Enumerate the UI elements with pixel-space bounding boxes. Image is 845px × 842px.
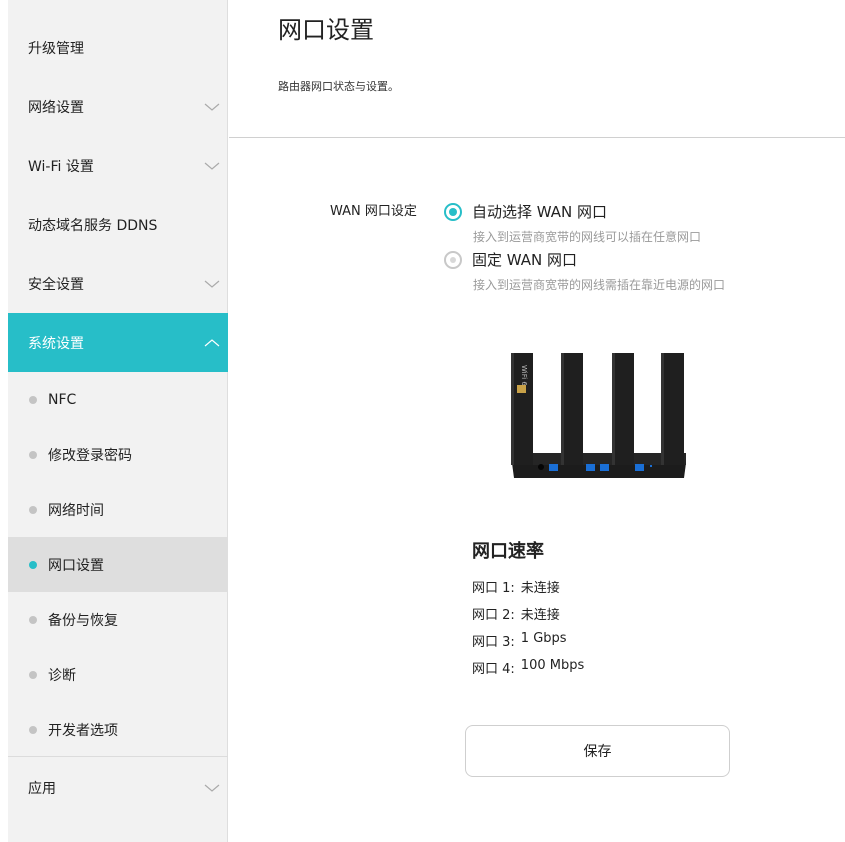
- sidebar-item-apps[interactable]: 应用: [8, 758, 228, 817]
- sidebar-item-label: 应用: [28, 780, 56, 797]
- sidebar-item-system[interactable]: 系统设置: [8, 313, 228, 372]
- sidebar-item-label: 网络设置: [28, 99, 84, 116]
- chevron-down-icon: [204, 103, 220, 111]
- port-label: 网口 2:: [472, 608, 515, 623]
- page-title: 网口设置: [278, 16, 374, 44]
- bullet-dot-icon: [29, 505, 37, 514]
- radio-label: 固定 WAN 网口: [472, 251, 578, 269]
- port-value: 1 Gbps: [520, 631, 567, 646]
- sidebar-item-label: 升级管理: [28, 40, 84, 57]
- page-subtitle: 路由器网口状态与设置。: [278, 80, 399, 93]
- sidebar-subitem-label: 备份与恢复: [48, 612, 118, 629]
- radio-auto-wan[interactable]: 自动选择 WAN 网口: [444, 201, 607, 222]
- bullet-dot-icon: [29, 450, 37, 459]
- sidebar-subitem-backup-restore[interactable]: 备份与恢复: [8, 592, 228, 647]
- sidebar-item-wifi[interactable]: Wi-Fi 设置: [8, 136, 228, 195]
- wan-setting-label: WAN 网口设定: [330, 204, 417, 219]
- sidebar-item-label: 系统设置: [28, 335, 84, 352]
- bullet-dot-icon: [29, 670, 37, 679]
- radio-description: 接入到运营商宽带的网线需插在靠近电源的网口: [473, 278, 726, 292]
- header-divider: [229, 137, 845, 138]
- sidebar-subitem-change-password[interactable]: 修改登录密码: [8, 427, 228, 482]
- radio-checked-icon[interactable]: [444, 202, 462, 221]
- port-rate-row: 网口 1: 未连接: [472, 577, 560, 596]
- chevron-down-icon: [204, 162, 220, 170]
- sidebar-subitem-developer-options[interactable]: 开发者选项: [8, 702, 228, 757]
- port-rate-row: 网口 3: 1 Gbps: [472, 631, 567, 650]
- sidebar-subitem-label: 网口设置: [48, 557, 104, 574]
- chevron-up-icon: [204, 338, 220, 346]
- port-value: 100 Mbps: [520, 658, 585, 673]
- chevron-down-icon: [204, 784, 220, 792]
- sidebar-subitem-port-settings[interactable]: 网口设置: [8, 537, 228, 592]
- sidebar-subitem-label: 开发者选项: [48, 722, 118, 739]
- port-value: 未连接: [520, 581, 560, 596]
- sidebar-subitem-label: NFC: [48, 391, 77, 408]
- sidebar-item-label: 动态域名服务 DDNS: [28, 217, 158, 234]
- port-rate-row: 网口 4: 100 Mbps: [472, 658, 584, 677]
- sidebar-item-label: 安全设置: [28, 276, 84, 293]
- sidebar-item-security[interactable]: 安全设置: [8, 254, 228, 313]
- port-rate-row: 网口 2: 未连接: [472, 604, 560, 623]
- sidebar-item-ddns[interactable]: 动态域名服务 DDNS: [8, 195, 228, 254]
- port-value: 未连接: [520, 608, 560, 623]
- radio-description: 接入到运营商宽带的网线可以插在任意网口: [473, 230, 702, 244]
- save-button[interactable]: 保存: [465, 725, 730, 777]
- router-image: WiFi 6: [511, 353, 686, 478]
- port-label: 网口 4:: [472, 662, 515, 677]
- sidebar: 升级管理 网络设置 Wi-Fi 设置 动态域名服务 DDNS 安全设置 系统设置…: [8, 0, 228, 842]
- sidebar-subitem-diagnostics[interactable]: 诊断: [8, 647, 228, 702]
- radio-unchecked-icon[interactable]: [444, 250, 462, 269]
- radio-label: 自动选择 WAN 网口: [472, 203, 608, 221]
- port-label: 网口 3:: [472, 635, 515, 650]
- port-label: 网口 1:: [472, 581, 515, 596]
- bullet-dot-icon: [29, 725, 37, 734]
- sidebar-divider: [8, 756, 228, 757]
- sidebar-item-label: Wi-Fi 设置: [28, 158, 94, 175]
- sidebar-item-upgrade[interactable]: 升级管理: [8, 18, 228, 77]
- sidebar-subitem-network-time[interactable]: 网络时间: [8, 482, 228, 537]
- sidebar-subitem-nfc[interactable]: NFC: [8, 372, 228, 427]
- sidebar-item-network[interactable]: 网络设置: [8, 77, 228, 136]
- bullet-dot-icon: [29, 395, 37, 404]
- sidebar-subitem-label: 诊断: [48, 667, 76, 684]
- chevron-down-icon: [204, 280, 220, 288]
- bullet-dot-icon: [29, 615, 37, 624]
- port-rate-title: 网口速率: [472, 541, 544, 562]
- bullet-dot-icon: [29, 560, 37, 569]
- sidebar-subitem-label: 网络时间: [48, 502, 104, 519]
- sidebar-subitem-label: 修改登录密码: [48, 447, 132, 464]
- radio-fixed-wan[interactable]: 固定 WAN 网口: [444, 249, 577, 270]
- router-logo-text: WiFi 6: [520, 365, 528, 386]
